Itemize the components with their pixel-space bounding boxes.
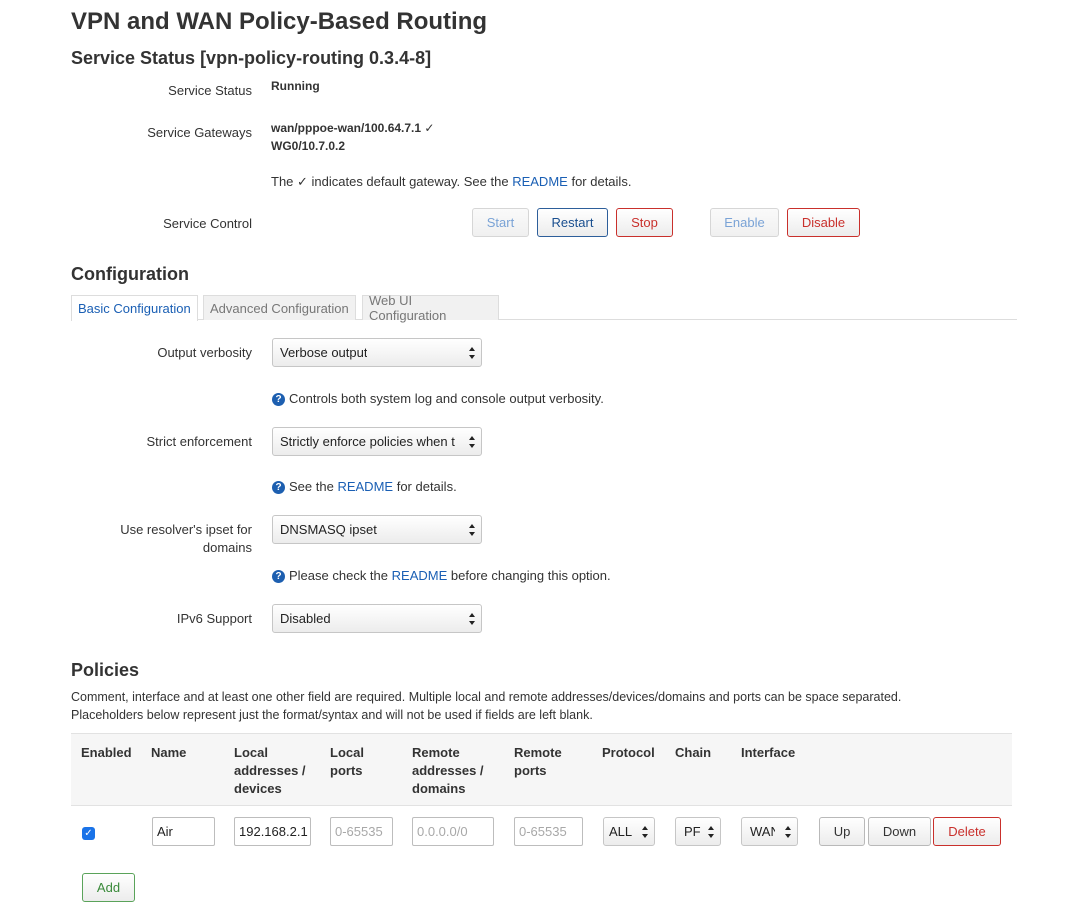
stop-button[interactable]: Stop — [616, 208, 673, 237]
resolver-ipset-select[interactable]: DNSMASQ ipset — [272, 515, 482, 544]
gateway-note: The ✓ indicates default gateway. See the… — [271, 173, 631, 191]
tab-basic-configuration[interactable]: Basic Configuration — [71, 295, 198, 321]
strict-enforcement-value: Strictly enforce policies when t — [280, 434, 455, 449]
col-local-addresses: Local addresses / devices — [234, 744, 306, 798]
service-status-value: Running — [271, 79, 320, 93]
resolver-ipset-help: ? Please check the README before changing… — [272, 567, 611, 585]
col-remote-addresses-line1: Remote — [412, 745, 460, 760]
output-verbosity-label: Output verbosity — [157, 345, 252, 360]
enable-button[interactable]: Enable — [710, 208, 779, 237]
ipv6-support-label: IPv6 Support — [176, 611, 252, 626]
select-arrows-icon — [469, 524, 475, 536]
policy-local-ports-input[interactable]: 0-65535 — [330, 817, 393, 846]
start-button[interactable]: Start — [472, 208, 529, 237]
resolver-ipset-label-line2: domains — [202, 540, 252, 555]
col-remote-ports-line2: ports — [514, 763, 547, 778]
col-enabled: Enabled — [81, 745, 132, 760]
tab-web-ui-configuration[interactable]: Web UI Configuration — [362, 293, 499, 323]
disable-button[interactable]: Disable — [787, 208, 860, 237]
policy-chain-select[interactable]: PF — [675, 817, 721, 846]
col-chain: Chain — [675, 745, 712, 760]
strict-enforcement-help: ? See the README for details. — [272, 478, 457, 496]
move-up-button[interactable]: Up — [819, 817, 865, 846]
select-arrows-icon — [469, 613, 475, 625]
policy-local-addresses-input[interactable]: 192.168.2.1 — [234, 817, 311, 846]
resolver-ipset-label-line1: Use resolver's ipset for — [120, 522, 252, 537]
ipv6-support-value: Disabled — [280, 611, 331, 626]
policy-name-input[interactable]: Air — [152, 817, 215, 846]
policies-table-header: Enabled Name Local addresses / devices L… — [71, 733, 1012, 806]
policy-protocol-select[interactable]: ALL — [603, 817, 655, 846]
col-local-addresses-line2: addresses / — [234, 763, 306, 778]
gateway-note-suffix: for details. — [571, 174, 632, 189]
add-policy-button[interactable]: Add — [82, 873, 135, 902]
col-protocol: Protocol — [602, 745, 655, 760]
help-text: See the — [289, 479, 334, 494]
col-remote-addresses: Remote addresses / domains — [412, 744, 484, 798]
readme-link[interactable]: README — [392, 568, 448, 583]
service-status-label: Service Status — [168, 83, 252, 98]
policy-interface-select[interactable]: WAN — [741, 817, 798, 846]
service-control-label: Service Control — [163, 216, 252, 231]
tab-advanced-configuration[interactable]: Advanced Configuration — [203, 295, 356, 320]
col-remote-ports: Remote ports — [514, 744, 562, 780]
help-icon: ? — [272, 393, 285, 406]
resolver-ipset-value: DNSMASQ ipset — [280, 522, 377, 537]
configuration-heading: Configuration — [71, 264, 189, 284]
policy-remote-addresses-input[interactable]: 0.0.0.0/0 — [412, 817, 494, 846]
page-title: VPN and WAN Policy-Based Routing — [71, 8, 488, 35]
help-text: Controls both system log and console out… — [289, 391, 604, 406]
restart-button[interactable]: Restart — [537, 208, 608, 237]
col-local-ports: Local ports — [330, 744, 364, 780]
col-local-addresses-line1: Local — [234, 745, 268, 760]
output-verbosity-select[interactable]: Verbose output — [272, 338, 482, 367]
output-verbosity-value: Verbose output — [280, 345, 368, 360]
help-text-suffix: for details. — [396, 479, 457, 494]
col-local-ports-line2: ports — [330, 763, 363, 778]
policies-description-line1: Comment, interface and at least one othe… — [71, 690, 902, 704]
help-icon: ? — [272, 570, 285, 583]
readme-link[interactable]: README — [512, 174, 568, 189]
resolver-ipset-label: Use resolver's ipset for domains — [120, 521, 252, 557]
ipv6-support-select[interactable]: Disabled — [272, 604, 482, 633]
readme-link[interactable]: README — [337, 479, 393, 494]
policies-heading: Policies — [71, 660, 140, 680]
policy-remote-ports-input[interactable]: 0-65535 — [514, 817, 583, 846]
strict-enforcement-label: Strict enforcement — [146, 434, 253, 449]
select-arrows-icon — [642, 826, 648, 838]
help-text: Please check the — [289, 568, 389, 583]
strict-enforcement-select[interactable]: Strictly enforce policies when t — [272, 427, 482, 456]
service-gateways-label: Service Gateways — [147, 125, 252, 140]
configuration-tabs: Basic Configuration Advanced Configurati… — [71, 293, 1017, 323]
service-status-heading: Service Status [vpn-policy-routing 0.3.4… — [71, 48, 432, 68]
delete-policy-button[interactable]: Delete — [933, 817, 1001, 846]
gateway-wan: wan/pppoe-wan/100.64.7.1 ✓ — [271, 121, 435, 135]
select-arrows-icon — [785, 826, 791, 838]
policy-enabled-checkbox[interactable]: ✓ — [82, 827, 95, 840]
move-down-button[interactable]: Down — [868, 817, 931, 846]
col-remote-addresses-line3: domains — [412, 781, 466, 796]
gateway-wg0: WG0/10.7.0.2 — [271, 139, 346, 153]
help-icon: ? — [272, 481, 285, 494]
col-remote-ports-line1: Remote — [514, 745, 562, 760]
gateway-note-text: The ✓ indicates default gateway. See the — [271, 174, 509, 189]
col-local-addresses-line3: devices — [234, 781, 282, 796]
col-interface: Interface — [741, 745, 796, 760]
policy-protocol-value: ALL — [609, 824, 633, 839]
policy-interface-value: WAN — [750, 824, 775, 839]
help-text-suffix: before changing this option. — [450, 568, 611, 583]
col-local-ports-line1: Local — [330, 745, 364, 760]
output-verbosity-help: ? Controls both system log and console ou… — [272, 390, 604, 408]
policy-chain-value: PF — [684, 824, 701, 839]
col-name: Name — [151, 745, 187, 760]
select-arrows-icon — [469, 347, 475, 359]
select-arrows-icon — [708, 826, 714, 838]
policies-description-line2: Placeholders below represent just the fo… — [71, 708, 593, 722]
select-arrows-icon — [469, 436, 475, 448]
col-remote-addresses-line2: addresses / — [412, 763, 484, 778]
